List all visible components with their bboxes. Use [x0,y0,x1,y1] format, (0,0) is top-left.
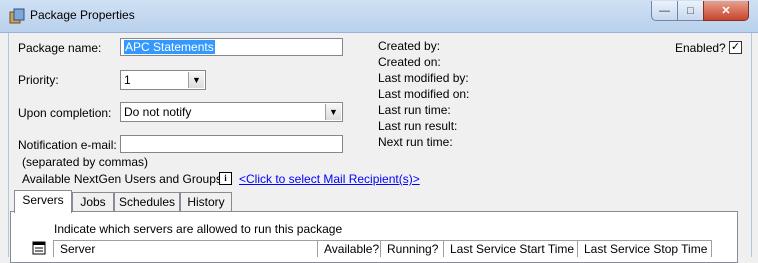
users-label: Available NextGen Users and Groups: [22,172,226,186]
minimize-button[interactable]: — [651,1,678,21]
tab-jobs[interactable]: Jobs [72,192,114,212]
title-bar[interactable]: Package Properties — □ ✕ [0,0,758,33]
column-header-running[interactable]: Running? [381,240,444,257]
priority-label: Priority: [18,73,59,87]
column-last-start-label: Last Service Start Time [450,242,575,256]
package-name-label: Package name: [18,41,102,55]
priority-select[interactable]: 1 ▼ [120,70,206,90]
created-by-label: Created by: [378,39,441,53]
maximize-icon: □ [687,4,694,17]
column-available-label: Available? [324,242,380,256]
column-header-server[interactable]: Server [53,240,318,257]
package-name-value: APC Statements [124,40,215,54]
servers-instruction: Indicate which servers are allowed to ru… [54,222,343,236]
created-on-label: Created on: [378,55,441,69]
grid-options-icon[interactable] [32,241,46,255]
priority-value: 1 [124,73,131,87]
close-button[interactable]: ✕ [703,1,749,21]
package-name-input[interactable]: APC Statements [120,38,343,56]
close-icon: ✕ [721,5,731,17]
chevron-down-icon[interactable]: ▼ [188,72,204,88]
next-run-time-label: Next run time: [378,135,453,149]
column-running-label: Running? [387,242,439,256]
select-recipients-link[interactable]: <Click to select Mail Recipient(s)> [239,172,420,186]
column-header-last-stop[interactable]: Last Service Stop Time [578,240,712,257]
enabled-label: Enabled? [675,41,726,55]
tab-history-label: History [187,195,225,209]
column-header-last-start[interactable]: Last Service Start Time [444,240,578,257]
completion-label: Upon completion: [18,106,112,120]
chevron-down-icon[interactable]: ▼ [325,104,341,120]
package-icon [9,8,25,24]
column-last-stop-label: Last Service Stop Time [584,242,708,256]
tab-schedules-label: Schedules [118,195,176,209]
tab-history[interactable]: History [180,192,232,212]
minimize-icon: — [659,4,670,17]
email-hint: (separated by commas) [22,155,149,169]
enabled-checkbox[interactable]: ✓ [729,41,742,54]
info-icon[interactable]: i [219,172,232,185]
maximize-button[interactable]: □ [677,1,704,21]
tab-schedules[interactable]: Schedules [114,192,180,212]
tab-servers-label: Servers [22,193,64,207]
tab-servers[interactable]: Servers [14,190,72,213]
column-header-available[interactable]: Available? [318,240,381,257]
email-label: Notification e-mail: [18,138,117,152]
completion-select[interactable]: Do not notify ▼ [120,102,343,122]
last-modified-by-label: Last modified by: [378,71,469,85]
last-run-time-label: Last run time: [378,103,451,117]
column-server-label: Server [60,242,96,256]
email-input[interactable] [120,135,343,153]
last-modified-on-label: Last modified on: [378,87,470,101]
last-run-result-label: Last run result: [378,119,458,133]
completion-value: Do not notify [124,105,192,119]
tab-jobs-label: Jobs [80,195,106,209]
window-title: Package Properties [30,8,135,22]
